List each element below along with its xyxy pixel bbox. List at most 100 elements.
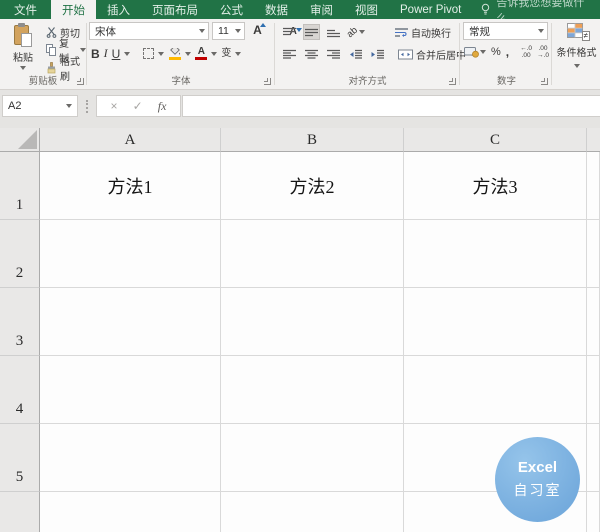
- number-format-dropdown-arrow-icon: [538, 29, 544, 33]
- number-dialog-launcher[interactable]: [541, 78, 548, 85]
- cell-a3[interactable]: [40, 288, 221, 356]
- decrease-decimal-glyph-bottom: →.0: [537, 52, 549, 59]
- align-bottom-button[interactable]: [325, 24, 342, 40]
- row-3: 3: [0, 288, 600, 356]
- tell-me-box[interactable]: 告诉我您想要做什么...: [480, 0, 600, 25]
- cell-b3[interactable]: [221, 288, 404, 356]
- tab-view[interactable]: 视图: [344, 0, 389, 19]
- tab-review[interactable]: 审阅: [299, 0, 344, 19]
- decrease-indent-button[interactable]: [347, 46, 364, 62]
- accounting-icon: [464, 47, 479, 58]
- cell-b5[interactable]: [221, 424, 404, 492]
- tab-file[interactable]: 文件: [0, 0, 51, 19]
- font-color-button[interactable]: A: [195, 47, 208, 60]
- tab-power-pivot[interactable]: Power Pivot: [389, 0, 472, 19]
- underline-dropdown-arrow-icon[interactable]: [124, 51, 131, 56]
- clipboard-dialog-launcher[interactable]: [77, 78, 84, 85]
- cell-a4[interactable]: [40, 356, 221, 424]
- borders-dropdown-arrow-icon[interactable]: [158, 51, 165, 56]
- group-font: 宋体 11 A A B I U A 变: [89, 19, 302, 89]
- cell-c3[interactable]: [404, 288, 587, 356]
- underline-button[interactable]: U: [112, 47, 121, 61]
- align-center-button[interactable]: [303, 46, 320, 62]
- tab-formulas[interactable]: 公式: [209, 0, 254, 19]
- decrease-decimal-button[interactable]: .00 →.0: [537, 45, 549, 59]
- row-header-4[interactable]: 4: [0, 356, 40, 424]
- row-header-5[interactable]: 5: [0, 424, 40, 492]
- font-name-combo[interactable]: 宋体: [89, 22, 209, 40]
- name-box[interactable]: A2: [2, 95, 78, 117]
- bold-button[interactable]: B: [91, 47, 100, 61]
- cancel-icon[interactable]: ×: [111, 99, 118, 113]
- column-header-d[interactable]: [587, 128, 600, 152]
- select-all-corner[interactable]: [0, 128, 40, 152]
- align-middle-button[interactable]: [303, 24, 320, 40]
- row-4: 4: [0, 356, 600, 424]
- cell-b2[interactable]: [221, 220, 404, 288]
- tab-home[interactable]: 开始: [51, 0, 96, 19]
- align-left-button[interactable]: [281, 46, 298, 62]
- comma-style-button[interactable]: ,: [506, 45, 509, 59]
- borders-button[interactable]: [143, 48, 155, 59]
- cell-d2[interactable]: [587, 220, 600, 288]
- fill-color-button[interactable]: [168, 47, 181, 60]
- cell-a1[interactable]: 方法1: [40, 152, 221, 220]
- font-dialog-launcher[interactable]: [264, 78, 271, 85]
- font-size-value: 11: [218, 25, 229, 37]
- cell-a6[interactable]: [40, 492, 221, 532]
- column-header-c[interactable]: C: [404, 128, 587, 152]
- group-alignment: ab 自动换行 合并后居中 对齐方式: [277, 19, 475, 89]
- cell-d4[interactable]: [587, 356, 600, 424]
- percent-style-button[interactable]: %: [491, 46, 501, 58]
- copy-icon: [46, 44, 56, 56]
- orientation-button[interactable]: ab: [345, 24, 371, 40]
- conditional-formatting-button[interactable]: ≠ 条件格式: [553, 19, 600, 89]
- formula-input[interactable]: [182, 95, 600, 117]
- font-size-combo[interactable]: 11: [212, 22, 245, 40]
- column-header-a[interactable]: A: [40, 128, 221, 152]
- cell-d1[interactable]: [587, 152, 600, 220]
- row-header-1[interactable]: 1: [0, 152, 40, 220]
- tab-data[interactable]: 数据: [254, 0, 299, 19]
- cell-d3[interactable]: [587, 288, 600, 356]
- font-color-dropdown-arrow-icon[interactable]: [211, 51, 218, 56]
- align-top-button[interactable]: [281, 24, 298, 40]
- cell-b6[interactable]: [221, 492, 404, 532]
- name-box-dropdown-arrow-icon[interactable]: [66, 104, 72, 108]
- conditional-formatting-label: 条件格式: [556, 48, 597, 59]
- cell-c1[interactable]: 方法3: [404, 152, 587, 220]
- row-header-2[interactable]: 2: [0, 220, 40, 288]
- increase-decimal-button[interactable]: ←.0 .00: [520, 45, 532, 59]
- cell-c4[interactable]: [404, 356, 587, 424]
- column-header-b[interactable]: B: [221, 128, 404, 152]
- cell-b1[interactable]: 方法2: [221, 152, 404, 220]
- paste-dropdown-arrow-icon[interactable]: [20, 66, 26, 70]
- cell-b4[interactable]: [221, 356, 404, 424]
- phonetic-guide-button[interactable]: 变: [221, 48, 231, 59]
- fill-color-dropdown-arrow-icon[interactable]: [185, 51, 192, 56]
- align-right-button[interactable]: [325, 46, 342, 62]
- cell-c2[interactable]: [404, 220, 587, 288]
- group-separator: [459, 23, 460, 85]
- wrap-text-button[interactable]: 自动换行: [395, 25, 451, 40]
- tab-insert[interactable]: 插入: [96, 0, 141, 19]
- tab-page-layout[interactable]: 页面布局: [141, 0, 209, 19]
- enter-icon[interactable]: ✓: [133, 99, 143, 113]
- phonetic-dropdown-arrow-icon[interactable]: [235, 51, 242, 56]
- accounting-format-button[interactable]: [464, 46, 486, 58]
- number-format-combo[interactable]: 常规: [463, 22, 548, 40]
- cell-d6[interactable]: [587, 492, 600, 532]
- cell-d5[interactable]: [587, 424, 600, 492]
- watermark-line1: Excel: [517, 459, 558, 476]
- cell-a5[interactable]: [40, 424, 221, 492]
- insert-function-icon[interactable]: fx: [158, 99, 167, 114]
- group-separator: [86, 23, 87, 85]
- italic-button[interactable]: I: [104, 46, 108, 61]
- increase-indent-button[interactable]: [369, 46, 386, 62]
- row-header-3[interactable]: 3: [0, 288, 40, 356]
- cell-a2[interactable]: [40, 220, 221, 288]
- paste-clipboard-icon: [14, 23, 32, 47]
- alignment-dialog-launcher[interactable]: [449, 78, 456, 85]
- grow-font-button[interactable]: A: [250, 23, 266, 37]
- row-header-6[interactable]: 6: [0, 492, 40, 532]
